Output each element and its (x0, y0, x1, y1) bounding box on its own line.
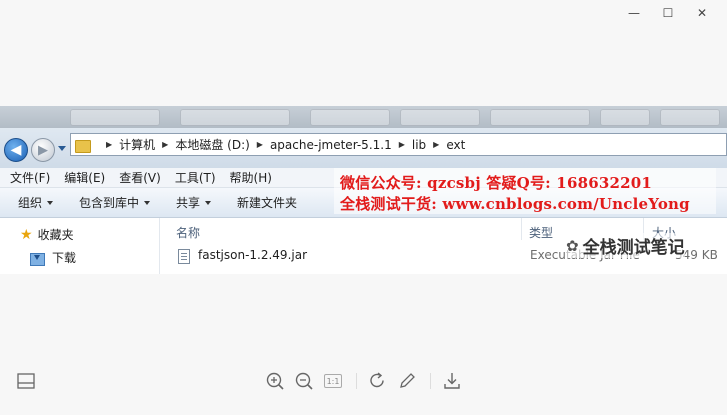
breadcrumb-arrow-icon[interactable]: ▶ (399, 140, 405, 149)
watermark-line-2: 全栈测试干货: www.cnblogs.com/UncleYong (340, 195, 690, 213)
recent-pages-dropdown-icon[interactable] (58, 146, 66, 151)
zoom-in-button[interactable] (264, 370, 286, 392)
address-bar[interactable]: ▶ 计算机 ▶ 本地磁盘 (D:) ▶ apache-jmeter-5.1.1 … (70, 133, 727, 156)
blurred-tab (600, 109, 650, 126)
maximize-icon: ☐ (662, 6, 674, 20)
menu-file[interactable]: 文件(F) (10, 169, 50, 186)
star-icon: ★ (20, 226, 33, 243)
organize-label: 组织 (18, 196, 43, 210)
blurred-tab (180, 109, 290, 126)
dropdown-arrow-icon (47, 200, 54, 205)
breadcrumb-drive-d[interactable]: 本地磁盘 (D:) (175, 136, 249, 153)
download-icon (444, 373, 460, 389)
breadcrumb-computer[interactable]: 计算机 (119, 136, 155, 153)
breadcrumb-arrow-icon[interactable]: ▶ (106, 140, 112, 149)
breadcrumb-lib[interactable]: lib (412, 138, 426, 152)
menu-tools[interactable]: 工具(T) (175, 169, 216, 186)
zoom-in-icon (266, 372, 284, 390)
address-toolbar: ◀ ▶ ▶ 计算机 ▶ 本地磁盘 (D:) ▶ apache-jmeter-5.… (0, 128, 727, 168)
blurred-tab (490, 109, 590, 126)
folder-icon (75, 138, 91, 153)
breadcrumb-jmeter[interactable]: apache-jmeter-5.1.1 (270, 138, 392, 152)
file-name[interactable]: fastjson-1.2.49.jar (198, 248, 307, 262)
include-in-library-label: 包含到库中 (79, 196, 140, 210)
blurred-tab (660, 109, 720, 126)
share-label: 共享 (176, 196, 201, 210)
signature-text: 全栈测试笔记 (582, 238, 685, 258)
close-icon: ✕ (696, 6, 708, 20)
new-folder-button[interactable]: 新建文件夹 (237, 194, 297, 211)
window-controls: — ☐ ✕ (617, 4, 719, 22)
rotate-icon (370, 372, 384, 388)
blurred-tab (70, 109, 160, 126)
edit-button[interactable] (396, 370, 418, 392)
wechat-icon: ✿ (566, 236, 579, 255)
back-arrow-icon: ◀ (10, 142, 22, 158)
nav-item-favorites-label: 收藏夹 (37, 228, 74, 242)
jar-file-icon (178, 249, 190, 264)
menu-edit[interactable]: 编辑(E) (64, 169, 105, 186)
blurred-taskbar (0, 106, 727, 128)
column-header-name[interactable]: 名称 (176, 224, 200, 241)
forward-button[interactable]: ▶ (31, 138, 55, 162)
nav-item-downloads-label: 下载 (52, 251, 77, 265)
downloads-folder-icon (30, 251, 45, 266)
edit-icon (400, 373, 415, 388)
navigation-pane: ★ 收藏夹 下载 (0, 218, 160, 274)
minimize-icon: — (628, 6, 640, 20)
dropdown-arrow-icon (205, 200, 212, 205)
panel-icon (17, 373, 35, 389)
maximize-button[interactable]: ☐ (651, 4, 685, 22)
download-button[interactable] (441, 370, 463, 392)
breadcrumb-arrow-icon[interactable]: ▶ (433, 140, 439, 149)
breadcrumb-arrow-icon[interactable]: ▶ (257, 140, 263, 149)
column-header-type[interactable]: 类型 (529, 224, 553, 241)
blurred-tab (400, 109, 480, 126)
organize-button[interactable]: 组织 (18, 194, 54, 211)
signature-watermark: ✿ 全栈测试笔记 (566, 233, 685, 258)
actual-size-button[interactable]: 1:1 (322, 370, 344, 392)
toolbar-divider (352, 370, 360, 392)
menu-help[interactable]: 帮助(H) (230, 169, 272, 186)
new-folder-label: 新建文件夹 (237, 196, 298, 210)
zoom-out-button[interactable] (293, 370, 315, 392)
blurred-tab (310, 109, 390, 126)
breadcrumb-arrow-icon[interactable]: ▶ (162, 140, 168, 149)
forward-arrow-icon: ▶ (38, 142, 48, 158)
include-in-library-button[interactable]: 包含到库中 (79, 194, 151, 211)
minimize-button[interactable]: — (617, 4, 651, 22)
explorer-screenshot: ◀ ▶ ▶ 计算机 ▶ 本地磁盘 (D:) ▶ apache-jmeter-5.… (0, 106, 727, 274)
share-button[interactable]: 共享 (176, 194, 212, 211)
dropdown-arrow-icon (144, 200, 151, 205)
watermark-line-1: 微信公众号: qzcsbj 答疑Q号: 168632201 (340, 174, 653, 192)
actual-size-icon: 1:1 (324, 374, 342, 388)
close-button[interactable]: ✕ (685, 4, 719, 22)
breadcrumb-ext[interactable]: ext (446, 138, 465, 152)
menu-view[interactable]: 查看(V) (119, 169, 161, 186)
zoom-out-icon (295, 372, 313, 390)
rotate-button[interactable] (367, 370, 389, 392)
toggle-panel-button[interactable] (16, 370, 36, 392)
nav-item-favorites[interactable]: ★ 收藏夹 (20, 226, 74, 243)
back-button[interactable]: ◀ (4, 138, 28, 162)
nav-item-downloads[interactable]: 下载 (30, 249, 76, 266)
toolbar-divider (426, 370, 434, 392)
column-divider[interactable] (521, 218, 522, 240)
breadcrumb: ▶ 计算机 ▶ 本地磁盘 (D:) ▶ apache-jmeter-5.1.1 … (99, 136, 465, 153)
